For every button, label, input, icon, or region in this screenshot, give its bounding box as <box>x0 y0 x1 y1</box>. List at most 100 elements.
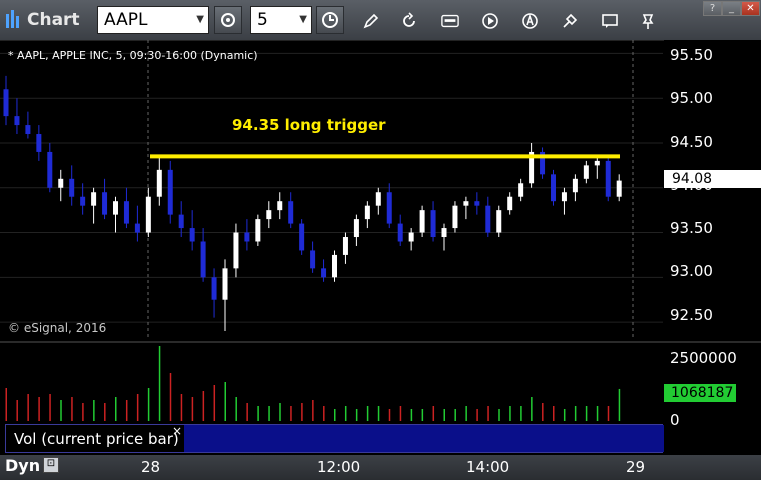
volume-bar <box>158 346 161 421</box>
volume-bar <box>104 403 106 421</box>
candle-body <box>244 232 250 242</box>
close-study-icon[interactable]: × <box>172 424 182 438</box>
price-axis-label: 95.50 <box>670 46 713 64</box>
dynamic-label[interactable]: Dyn <box>5 456 40 475</box>
volume-bar <box>454 409 456 421</box>
volume-bar <box>399 406 402 421</box>
volume-bar <box>71 397 73 421</box>
candle-body <box>58 178 64 188</box>
volume-bar <box>27 394 29 421</box>
candle-body <box>200 241 206 278</box>
candle-body <box>178 214 184 229</box>
volume-bar <box>443 409 445 421</box>
price-axis-label: 95.00 <box>670 89 713 107</box>
candle-body <box>496 210 502 233</box>
pencil-icon[interactable] <box>362 12 380 30</box>
price-chart[interactable] <box>0 40 663 340</box>
volume-bar <box>180 394 183 421</box>
clock-icon <box>322 12 338 28</box>
candle-body <box>91 192 97 206</box>
candle-body <box>145 196 151 233</box>
candle-body <box>156 169 162 197</box>
copyright-text: © eSignal, 2016 <box>8 321 107 335</box>
help-button[interactable]: ? <box>703 1 722 16</box>
minimize-button[interactable]: _ <box>722 1 741 16</box>
volume-study-panel[interactable]: Vol (current price bar) × <box>5 424 664 453</box>
volume-bar <box>542 403 544 421</box>
volume-bar <box>388 409 391 421</box>
volume-bar <box>410 409 413 421</box>
volume-bar <box>38 397 40 421</box>
volume-study-area <box>184 425 664 452</box>
volume-chart[interactable] <box>0 343 663 423</box>
candle-body <box>288 201 294 224</box>
chart-header: * AAPL, APPLE INC, 5, 09:30-16:00 (Dynam… <box>8 49 258 62</box>
volume-bar <box>531 397 533 421</box>
volume-bar <box>476 409 478 421</box>
close-button[interactable]: ✕ <box>741 1 760 16</box>
candle-body <box>134 223 140 233</box>
candle-body <box>408 232 414 242</box>
symbol-input[interactable]: AAPL ▼ <box>97 6 209 34</box>
candle-body <box>255 219 261 242</box>
time-axis[interactable] <box>0 455 761 480</box>
volume-bar <box>235 397 237 421</box>
candle-body <box>605 160 611 197</box>
candle-body <box>342 237 348 255</box>
interval-input[interactable]: 5 ▼ <box>250 6 312 34</box>
candle-body <box>277 201 283 211</box>
candle-body <box>69 178 75 197</box>
volume-bar <box>465 406 467 421</box>
volume-bar <box>93 400 95 421</box>
volume-bar <box>563 409 566 421</box>
candle-body <box>102 192 108 215</box>
pin-icon[interactable] <box>639 12 657 30</box>
refresh-icon[interactable] <box>400 12 418 30</box>
price-axis-label: 93.00 <box>670 262 713 280</box>
message-icon[interactable] <box>601 12 619 30</box>
current-price-tag: 94.08 <box>664 170 761 188</box>
quote-icon[interactable] <box>441 12 459 30</box>
candle-body <box>441 228 447 238</box>
trigger-annotation[interactable]: 94.35 long trigger <box>232 116 386 134</box>
volume-bar <box>246 403 248 421</box>
volume-bar <box>5 388 7 421</box>
volume-bar <box>268 406 270 421</box>
volume-axis-label: 2500000 <box>670 349 737 367</box>
candle-body <box>474 201 480 206</box>
candle-body <box>452 205 458 229</box>
volume-bar <box>125 400 128 421</box>
volume-bar <box>366 406 369 421</box>
volume-bar <box>520 406 522 421</box>
candle-body <box>233 232 239 269</box>
chart-app-icon <box>6 10 19 28</box>
candle-body <box>616 180 622 197</box>
time-axis-label: 29 <box>626 458 646 476</box>
volume-bar <box>377 406 380 421</box>
time-template-button[interactable] <box>316 6 344 34</box>
volume-bar <box>136 394 139 421</box>
lock-icon[interactable]: ⊡ <box>43 457 59 473</box>
candle-body <box>364 205 370 220</box>
volume-bar <box>279 403 281 421</box>
volume-bar <box>334 409 336 421</box>
toolbar: Chart AAPL ▼ 5 ▼ ? _ ✕ <box>0 0 761 41</box>
alert-icon[interactable] <box>521 12 539 30</box>
play-icon[interactable] <box>481 12 499 30</box>
volume-bar <box>553 406 555 421</box>
symbol-value: AAPL <box>104 10 148 30</box>
volume-bar <box>16 400 18 421</box>
candle-body <box>3 89 9 117</box>
candle-body <box>332 254 337 278</box>
interval-value: 5 <box>257 10 268 30</box>
tools-icon[interactable] <box>561 12 579 30</box>
chart-settings-button[interactable] <box>214 6 242 34</box>
interval-dropdown-icon[interactable]: ▼ <box>299 7 307 33</box>
symbol-dropdown-icon[interactable]: ▼ <box>196 7 204 33</box>
candle-body <box>222 268 228 300</box>
volume-bar <box>147 388 150 421</box>
volume-bar <box>82 403 84 421</box>
volume-bar <box>115 397 117 421</box>
candle-body <box>123 201 129 224</box>
candle-body <box>321 268 327 278</box>
